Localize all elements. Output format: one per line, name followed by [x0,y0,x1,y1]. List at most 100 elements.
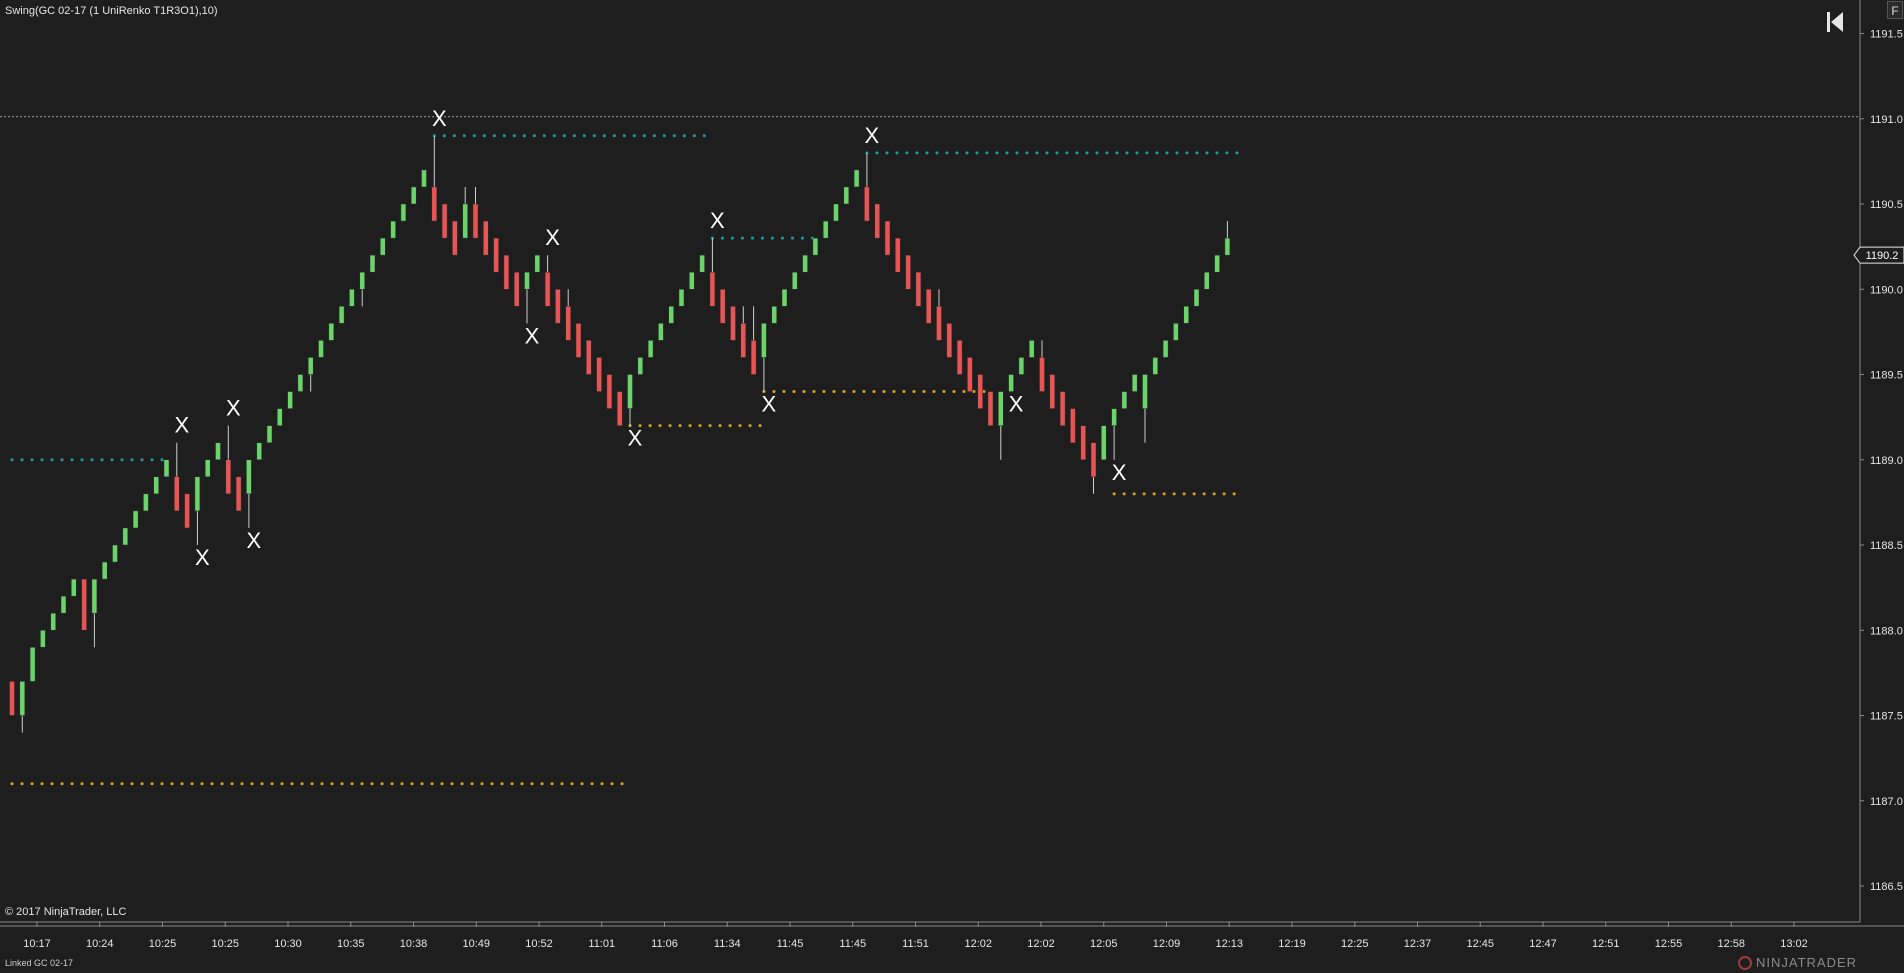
candle [40,630,46,648]
candle [750,306,757,375]
candle-body [750,340,757,375]
candle-body [606,374,613,409]
candle [1039,340,1045,392]
candle [647,340,654,358]
linked-instrument-label: Linked GC 02-17 [5,958,74,968]
x-tick-label: 12:02 [1027,938,1055,950]
x-tick-label: 10:30 [274,938,302,950]
y-tick-label: 1189.0 [1870,455,1903,467]
brand-name: NINJATRADER [1756,955,1858,970]
y-tick-label: 1188.0 [1870,625,1903,637]
candle [174,442,180,512]
candle [658,323,664,341]
candle [112,544,118,563]
candle-body [616,391,623,426]
candle-body [1173,323,1179,341]
candle [555,289,561,324]
candle [153,476,159,495]
candle [1162,340,1169,358]
candle-body [235,476,242,512]
x-tick-label: 12:13 [1215,938,1243,950]
candle [874,203,880,239]
x-tick-label: 12:45 [1466,938,1494,950]
candle-body [441,203,448,239]
candle-body [122,527,129,546]
candle [1183,306,1189,324]
candle [349,289,355,307]
candle-body [1028,340,1035,358]
candle [956,340,963,375]
candle-body [884,220,891,256]
x-tick-label: 12:58 [1717,938,1745,950]
x-tick-label: 12:37 [1404,938,1432,950]
candle [606,374,613,409]
candle [905,254,911,290]
candle [503,254,510,290]
candle-body [204,459,211,478]
f-button[interactable]: F [1887,1,1903,19]
candle-body [1121,391,1128,409]
candle-body [246,459,252,495]
y-tick-label: 1187.0 [1870,796,1903,808]
x-tick-label: 12:25 [1341,938,1369,950]
ninjatrader-logo-icon [1738,955,1752,970]
candle-body [575,323,582,358]
candle-body [946,323,953,358]
candle-body [112,544,118,563]
candle [719,289,726,324]
candle-body [1049,374,1056,409]
candle-body [1070,408,1076,443]
candle-body [349,289,355,307]
candle-body [338,306,345,324]
candle [1028,340,1035,358]
candle [338,306,345,324]
candle-body [390,220,396,239]
candle-body [513,271,520,307]
candle [297,374,304,392]
candle-body [915,271,922,307]
candle-body [1204,271,1210,290]
candle-body [596,357,602,392]
swing-marker: X [865,123,880,148]
candle-body [895,237,901,273]
candle [287,391,293,409]
candle-body [833,203,839,222]
candle-body [421,169,427,188]
last-price-label: 1190.2 [1866,250,1899,262]
candle-body [637,357,644,375]
candle-body [730,306,736,341]
candle [1059,391,1066,426]
candle-body [101,561,108,580]
swing-marker: X [174,413,189,438]
price-chart[interactable]: 1186.5 1187.0 1187.5 1188.0 1188.5 1189.0 1189… [0,0,1904,973]
x-tick-label: 12:47 [1529,938,1557,950]
candle-body [472,203,479,239]
candle-body [184,493,190,529]
candle-body [9,681,15,716]
x-tick-label: 11:45 [839,938,866,950]
x-tick-label: 12:02 [964,938,992,950]
x-tick-label: 11:01 [588,938,615,950]
candle [1224,221,1231,256]
candle-body [544,271,551,307]
candle-body [1111,408,1117,426]
candle [709,238,716,307]
candle-body [534,254,541,273]
swing-marker: X [226,396,241,421]
candle [637,357,644,375]
x-tick-label: 10:52 [525,938,553,950]
skip-to-start-icon[interactable] [1826,10,1844,34]
candle [627,374,633,426]
x-tick-label: 11:45 [777,938,804,950]
swing-marker: X [628,426,643,451]
candle-body [410,186,417,205]
candle-body [60,595,67,614]
candle-body [29,647,36,682]
candle [915,271,922,307]
candle-body [1131,374,1138,392]
x-tick-label: 10:49 [462,938,490,950]
candle [9,681,15,716]
candle [946,323,953,358]
candle [833,203,839,222]
candle-body [678,289,685,307]
